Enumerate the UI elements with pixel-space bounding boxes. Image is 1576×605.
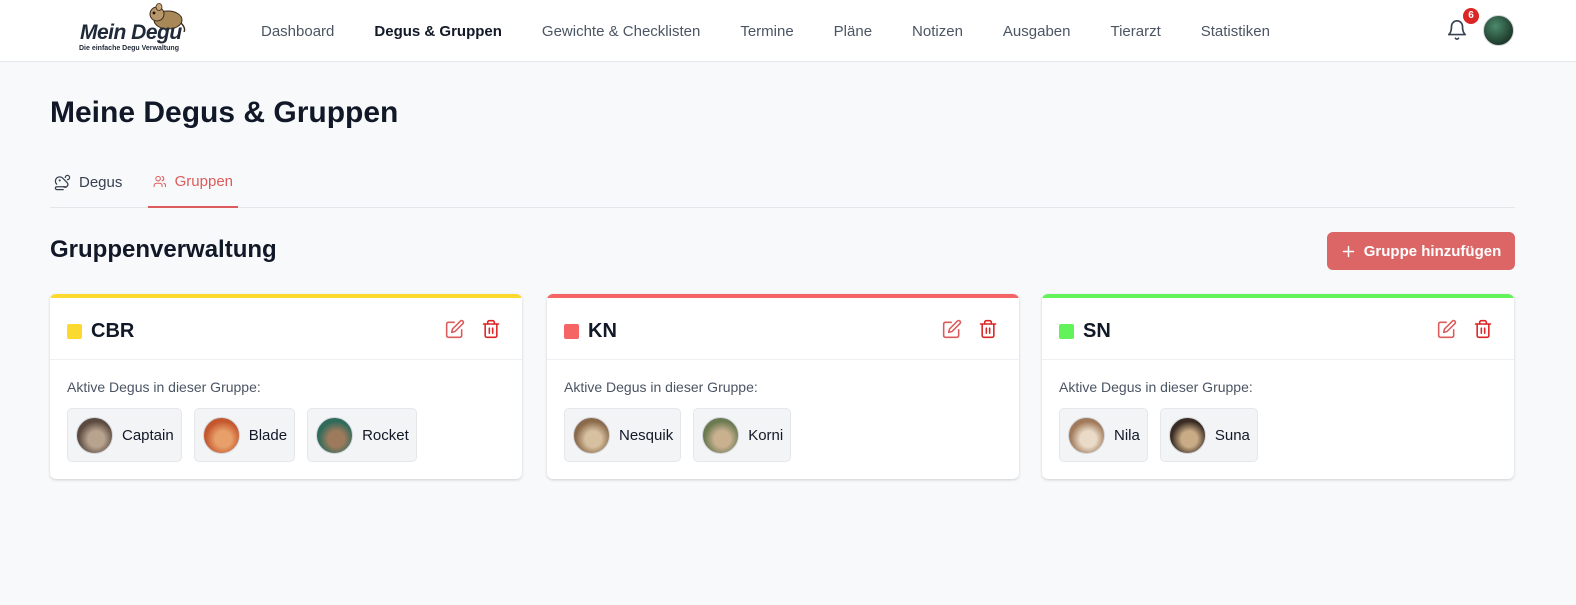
trash-icon[interactable]: [978, 319, 1000, 341]
group-card: CBR Aktive Degus in dieser Gruppe: Capta…: [50, 294, 522, 479]
degu-photo: [316, 416, 354, 454]
tab-bar: Degus Gruppen: [50, 157, 1515, 208]
degu-chip[interactable]: Captain: [67, 408, 182, 462]
degu-name: Blade: [248, 426, 288, 444]
degu-chip[interactable]: Suna: [1159, 408, 1258, 462]
top-navbar: Mein Degu Die einfache Degu Verwaltung D…: [0, 0, 1576, 62]
degu-photo: [702, 416, 740, 454]
degu-name: Nesquik: [619, 426, 674, 444]
main-nav: Dashboard Degus & Gruppen Gewichte & Che…: [261, 0, 1310, 62]
degu-chip-list: Nesquik Korni: [564, 408, 792, 462]
nav-termine[interactable]: Termine: [740, 23, 793, 40]
group-card-header: KN: [547, 298, 1019, 360]
degu-chip[interactable]: Nila: [1059, 408, 1148, 462]
group-card-header: CBR: [50, 298, 522, 360]
active-degus-label: Aktive Degus in dieser Gruppe:: [1059, 379, 1253, 395]
degu-chip[interactable]: Rocket: [307, 408, 417, 462]
group-card: KN Aktive Degus in dieser Gruppe: Nesqui…: [547, 294, 1019, 479]
degu-chip[interactable]: Nesquik: [564, 408, 682, 462]
nav-ausgaben[interactable]: Ausgaben: [1003, 23, 1071, 40]
nav-notizen[interactable]: Notizen: [912, 23, 963, 40]
app-logo[interactable]: Mein Degu Die einfache Degu Verwaltung: [78, 2, 190, 58]
rat-icon: [54, 174, 71, 191]
degu-name: Nila: [1114, 426, 1140, 444]
tab-gruppen-label: Gruppen: [174, 173, 233, 190]
add-group-label: Gruppe hinzufügen: [1363, 242, 1502, 260]
logo-subtitle: Die einfache Degu Verwaltung: [79, 45, 179, 52]
degu-name: Captain: [122, 426, 174, 444]
group-name: CBR: [91, 320, 135, 342]
degu-name: Suna: [1214, 426, 1250, 444]
notification-count-badge: 6: [1463, 8, 1479, 24]
section-title: Gruppenverwaltung: [50, 236, 277, 263]
page-title: Meine Degus & Gruppen: [50, 96, 399, 129]
degu-photo: [1168, 416, 1206, 454]
trash-icon[interactable]: [481, 319, 503, 341]
group-card-header: SN: [1042, 298, 1514, 360]
logo-title: Mein Degu: [80, 21, 182, 44]
nav-plaene[interactable]: Pläne: [834, 23, 872, 40]
nav-dashboard[interactable]: Dashboard: [261, 23, 334, 40]
user-avatar[interactable]: [1483, 15, 1514, 46]
group-name: SN: [1083, 320, 1111, 342]
edit-icon[interactable]: [1437, 319, 1459, 341]
add-group-button[interactable]: Gruppe hinzufügen: [1327, 232, 1515, 270]
degu-photo: [1068, 416, 1105, 454]
edit-icon[interactable]: [942, 319, 964, 341]
active-degus-label: Aktive Degus in dieser Gruppe:: [67, 379, 261, 395]
nav-tierarzt[interactable]: Tierarzt: [1110, 23, 1160, 40]
degu-name: Korni: [748, 426, 784, 444]
users-icon: [153, 175, 167, 188]
nav-degus-gruppen[interactable]: Degus & Gruppen: [374, 23, 502, 40]
degu-chip-list: Nila Suna: [1059, 408, 1258, 462]
tab-degus-label: Degus: [79, 174, 123, 191]
degu-chip-list: Captain Blade Rocket: [67, 408, 417, 462]
edit-icon[interactable]: [445, 319, 467, 341]
group-name: KN: [588, 320, 617, 342]
active-degus-label: Aktive Degus in dieser Gruppe:: [564, 379, 758, 395]
degu-photo: [573, 416, 610, 454]
nav-gewichte-checklisten[interactable]: Gewichte & Checklisten: [542, 23, 700, 40]
group-color-swatch: [1059, 324, 1074, 339]
degu-name: Rocket: [362, 426, 409, 444]
group-color-swatch: [564, 324, 579, 339]
trash-icon[interactable]: [1473, 319, 1495, 341]
nav-statistiken[interactable]: Statistiken: [1201, 23, 1270, 40]
degu-photo: [76, 416, 113, 454]
group-color-swatch: [67, 324, 82, 339]
degu-chip[interactable]: Blade: [193, 408, 296, 462]
tab-gruppen[interactable]: Gruppen: [148, 157, 238, 208]
plus-icon: [1342, 245, 1354, 257]
degu-chip[interactable]: Korni: [693, 408, 792, 462]
degu-photo: [202, 416, 240, 454]
tab-degus[interactable]: Degus: [52, 157, 124, 208]
group-card: SN Aktive Degus in dieser Gruppe: Nila S…: [1042, 294, 1514, 479]
